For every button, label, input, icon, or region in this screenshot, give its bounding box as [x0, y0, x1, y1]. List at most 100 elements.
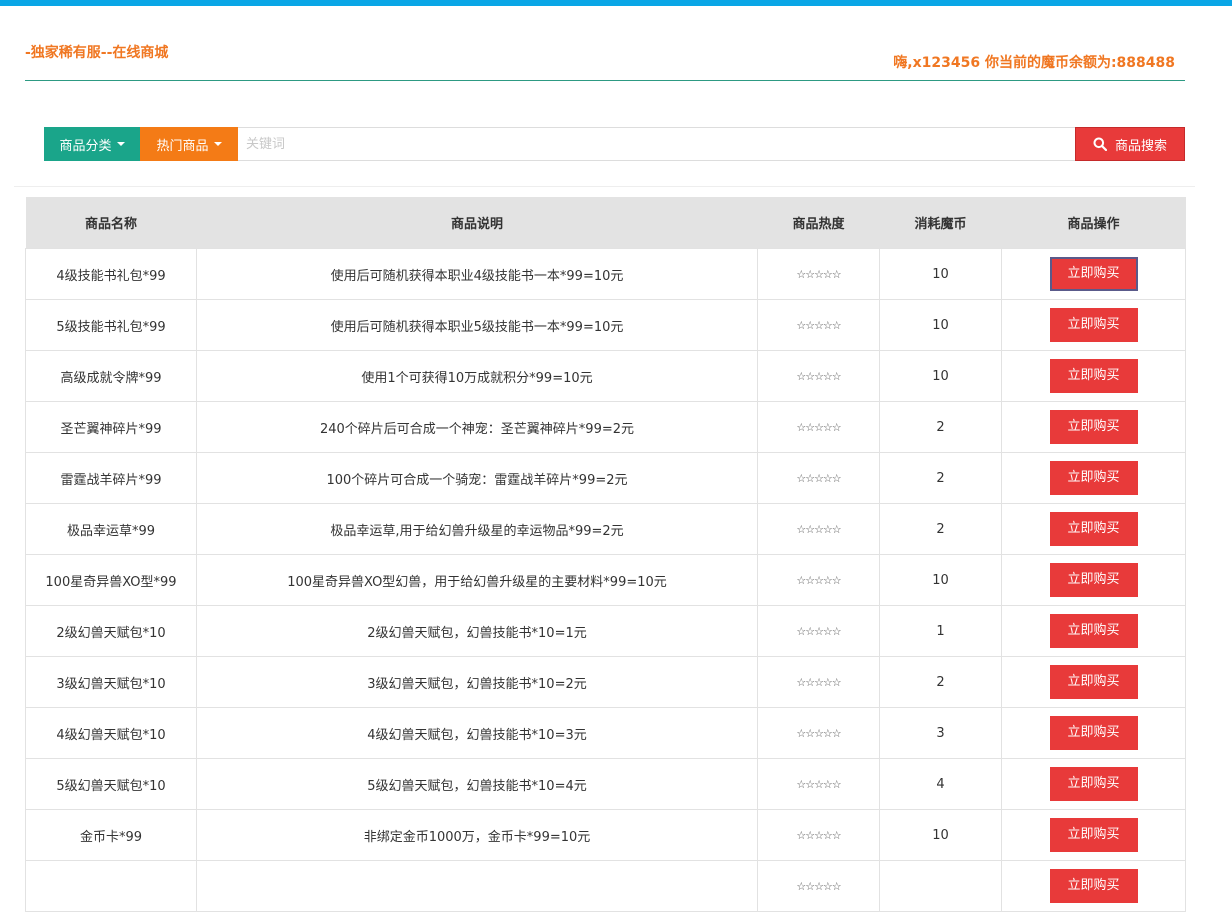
- table-row: 2级幻兽天赋包*10 2级幻兽天赋包，幻兽技能书*10=1元 ☆☆☆☆☆ 1 立即购买: [25, 605, 1186, 657]
- product-cost: 3: [879, 707, 1002, 759]
- product-desc-text: 100个碎片可合成一个骑宠：雷霆战羊碎片*99=2元: [326, 472, 628, 488]
- product-cost: 10: [879, 299, 1002, 351]
- product-cost: 2: [879, 656, 1002, 708]
- product-popularity: ☆☆☆☆☆: [757, 554, 880, 606]
- product-popularity-text: ☆☆☆☆☆: [796, 522, 841, 536]
- product-cost-text: 4: [936, 776, 945, 792]
- table-row: 5级幻兽天赋包*10 5级幻兽天赋包，幻兽技能书*10=4元 ☆☆☆☆☆ 4 立即购买: [25, 758, 1186, 810]
- product-action: 立即购买: [1001, 554, 1186, 606]
- product-name-text: 雷霆战羊碎片*99: [60, 472, 162, 488]
- product-action: 立即购买: [1001, 605, 1186, 657]
- table-row: 3级幻兽天赋包*10 3级幻兽天赋包，幻兽技能书*10=2元 ☆☆☆☆☆ 2 立即购买: [25, 656, 1186, 708]
- product-desc: 非绑定金币1000万，金币卡*99=10元: [196, 809, 758, 861]
- product-action: 立即购买: [1001, 452, 1186, 504]
- buy-now-button[interactable]: 立即购买: [1049, 461, 1138, 495]
- product-desc: 极品幸运草,用于给幻兽升级星的幸运物品*99=2元: [196, 503, 758, 555]
- product-desc-text: 非绑定金币1000万，金币卡*99=10元: [363, 829, 591, 845]
- product-cost-text: 2: [936, 674, 945, 690]
- product-name: 圣芒翼神碎片*99: [25, 401, 197, 453]
- product-name-text: 4级技能书礼包*99: [56, 268, 166, 284]
- buy-now-button[interactable]: 立即购买: [1049, 665, 1138, 699]
- buy-now-button[interactable]: 立即购买: [1049, 818, 1138, 852]
- table-row: 金币卡*99 非绑定金币1000万，金币卡*99=10元 ☆☆☆☆☆ 10 立即购买: [25, 809, 1186, 861]
- product-cost-text: 2: [936, 470, 945, 486]
- product-cost: 4: [879, 758, 1002, 810]
- table-row: 5级技能书礼包*99 使用后可随机获得本职业5级技能书一本*99=10元 ☆☆☆☆☆…: [25, 299, 1186, 351]
- product-name-text: 3级幻兽天赋包*10: [56, 676, 166, 692]
- product-popularity-text: ☆☆☆☆☆: [796, 420, 841, 434]
- product-desc: [196, 860, 758, 912]
- product-action: 立即购买: [1001, 299, 1186, 351]
- product-action: 立即购买: [1001, 401, 1186, 453]
- product-name-text: 4级幻兽天赋包*10: [56, 727, 166, 743]
- buy-now-button[interactable]: 立即购买: [1049, 716, 1138, 750]
- product-cost-text: 10: [932, 572, 949, 588]
- product-popularity-text: ☆☆☆☆☆: [796, 369, 841, 383]
- search-icon: [1093, 137, 1107, 151]
- product-cost: [879, 860, 1002, 912]
- buy-now-button[interactable]: 立即购买: [1049, 563, 1138, 597]
- product-desc: 4级幻兽天赋包，幻兽技能书*10=3元: [196, 707, 758, 759]
- buy-now-button[interactable]: 立即购买: [1049, 869, 1138, 903]
- product-popularity: ☆☆☆☆☆: [757, 248, 880, 300]
- product-desc-text: 极品幸运草,用于给幻兽升级星的幸运物品*99=2元: [330, 523, 624, 539]
- product-desc-text: 5级幻兽天赋包，幻兽技能书*10=4元: [367, 778, 587, 794]
- product-action: 立即购买: [1001, 758, 1186, 810]
- product-action: 立即购买: [1001, 860, 1186, 912]
- product-popularity-text: ☆☆☆☆☆: [796, 471, 841, 485]
- product-popularity-text: ☆☆☆☆☆: [796, 726, 841, 740]
- product-popularity: ☆☆☆☆☆: [757, 401, 880, 453]
- search-button[interactable]: 商品搜索: [1075, 127, 1185, 161]
- product-cost: 1: [879, 605, 1002, 657]
- top-accent-bar: [0, 0, 1232, 6]
- product-desc-text: 3级幻兽天赋包，幻兽技能书*10=2元: [367, 676, 587, 692]
- product-popularity: ☆☆☆☆☆: [757, 809, 880, 861]
- product-popularity-text: ☆☆☆☆☆: [796, 675, 841, 689]
- product-desc: 240个碎片后可合成一个神宠：圣芒翼神碎片*99=2元: [196, 401, 758, 453]
- buy-now-button[interactable]: 立即购买: [1049, 308, 1138, 342]
- product-desc-text: 4级幻兽天赋包，幻兽技能书*10=3元: [367, 727, 587, 743]
- hot-items-label: 热门商品: [156, 138, 209, 154]
- product-name: 5级技能书礼包*99: [25, 299, 197, 351]
- product-name: 3级幻兽天赋包*10: [25, 656, 197, 708]
- keyword-input[interactable]: [238, 127, 1075, 161]
- caret-down-icon: [116, 142, 125, 146]
- buy-now-button[interactable]: 立即购买: [1049, 512, 1138, 546]
- product-popularity-text: ☆☆☆☆☆: [796, 573, 841, 587]
- product-action: 立即购买: [1001, 707, 1186, 759]
- product-popularity-text: ☆☆☆☆☆: [796, 624, 841, 638]
- product-popularity-text: ☆☆☆☆☆: [796, 318, 841, 332]
- buy-now-button[interactable]: 立即购买: [1049, 257, 1138, 291]
- product-popularity: ☆☆☆☆☆: [757, 656, 880, 708]
- product-desc: 3级幻兽天赋包，幻兽技能书*10=2元: [196, 656, 758, 708]
- product-popularity: ☆☆☆☆☆: [757, 299, 880, 351]
- product-popularity: ☆☆☆☆☆: [757, 707, 880, 759]
- buy-now-button[interactable]: 立即购买: [1049, 614, 1138, 648]
- table-row: 4级幻兽天赋包*10 4级幻兽天赋包，幻兽技能书*10=3元 ☆☆☆☆☆ 3 立即购买: [25, 707, 1186, 759]
- header-cost: 消耗魔币: [879, 197, 1002, 249]
- table-row: 圣芒翼神碎片*99 240个碎片后可合成一个神宠：圣芒翼神碎片*99=2元 ☆☆☆☆…: [25, 401, 1186, 453]
- product-popularity-text: ☆☆☆☆☆: [796, 828, 841, 842]
- product-desc-text: 240个碎片后可合成一个神宠：圣芒翼神碎片*99=2元: [319, 421, 635, 437]
- header-name: 商品名称: [25, 197, 197, 249]
- buy-now-button[interactable]: 立即购买: [1049, 410, 1138, 444]
- product-popularity: ☆☆☆☆☆: [757, 350, 880, 402]
- product-popularity: ☆☆☆☆☆: [757, 503, 880, 555]
- product-desc-text: 100星奇异兽XO型幻兽，用于给幻兽升级星的主要材料*99=10元: [287, 574, 667, 590]
- product-name: 100星奇异兽XO型*99: [25, 554, 197, 606]
- product-name: [25, 860, 197, 912]
- category-dropdown-button[interactable]: 商品分类: [44, 127, 140, 161]
- balance-text: 嗨,x123456 你当前的魔币余额为:888488: [893, 55, 1175, 71]
- product-desc: 2级幻兽天赋包，幻兽技能书*10=1元: [196, 605, 758, 657]
- table-row: ☆☆☆☆☆ 立即购买: [25, 860, 1186, 912]
- buy-now-button[interactable]: 立即购买: [1049, 767, 1138, 801]
- product-name-text: 高级成就令牌*99: [60, 370, 162, 386]
- header-action: 商品操作: [1001, 197, 1186, 249]
- table-row: 高级成就令牌*99 使用1个可获得10万成就积分*99=10元 ☆☆☆☆☆ 10 立即购…: [25, 350, 1186, 402]
- product-name: 2级幻兽天赋包*10: [25, 605, 197, 657]
- product-desc: 使用后可随机获得本职业4级技能书一本*99=10元: [196, 248, 758, 300]
- buy-now-button[interactable]: 立即购买: [1049, 359, 1138, 393]
- site-title: -独家稀有服--在线商城: [25, 45, 169, 61]
- product-name-text: 圣芒翼神碎片*99: [60, 421, 162, 437]
- hot-items-dropdown-button[interactable]: 热门商品: [140, 127, 238, 161]
